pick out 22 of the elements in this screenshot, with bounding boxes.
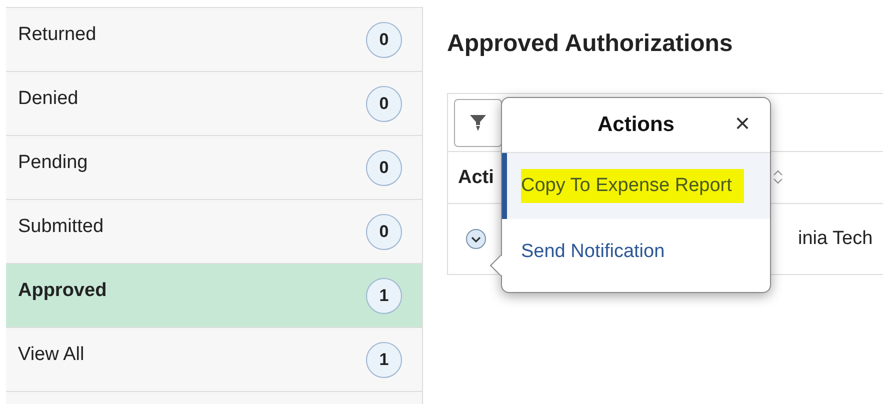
sort-icon[interactable]: [773, 169, 783, 185]
count-badge: 0: [366, 22, 402, 58]
sidebar-item[interactable]: Denied 0: [6, 72, 422, 136]
table-cell: inia Tech: [798, 228, 873, 250]
sidebar-item[interactable]: Approved 1: [6, 264, 422, 328]
count-badge: 0: [366, 214, 402, 250]
count-badge: 0: [366, 86, 402, 122]
count-badge: 1: [366, 278, 402, 314]
column-header: Acti: [458, 166, 494, 188]
filter-button[interactable]: [454, 98, 502, 146]
close-button[interactable]: ×: [734, 110, 750, 136]
menu-item[interactable]: Copy To Expense Report: [502, 153, 770, 219]
count-badge: 1: [366, 342, 402, 378]
sidebar-item[interactable]: Pending 0: [6, 136, 422, 200]
count-badge: 0: [366, 150, 402, 186]
filter-icon: [469, 112, 487, 132]
row-actions-icon[interactable]: [465, 228, 487, 250]
page-title: Approved Authorizations: [447, 30, 734, 58]
popup-title: Actions: [597, 113, 674, 137]
sidebar-item[interactable]: View All 1: [6, 328, 422, 392]
menu-item[interactable]: Send Notification: [502, 219, 770, 285]
sidebar-item[interactable]: Returned 0: [6, 8, 422, 72]
